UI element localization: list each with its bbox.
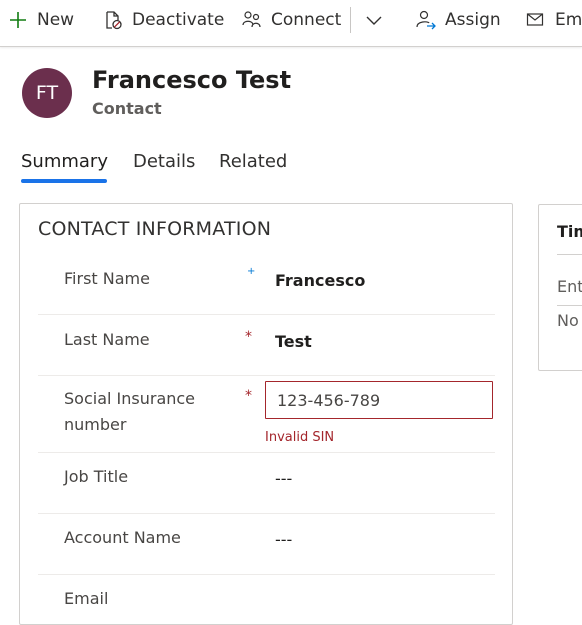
person-arrow-icon <box>416 10 436 30</box>
sin-label-line2: number <box>64 415 127 434</box>
field-divider <box>38 375 495 376</box>
envelope-link-icon <box>526 13 544 26</box>
last-name-value[interactable]: Test <box>275 332 312 351</box>
plus-icon <box>10 12 26 28</box>
new-button-label: New <box>37 10 75 30</box>
command-bar: New Deactivate Connect Assign Em <box>0 0 582 47</box>
email-button-label: Ema <box>555 10 582 30</box>
record-title: Francesco Test <box>92 66 292 94</box>
assign-button-label: Assign <box>445 10 501 30</box>
assign-button[interactable]: Assign <box>416 0 501 40</box>
last-name-label: Last Name <box>64 330 150 349</box>
sin-label-line1: Social Insurance <box>64 389 196 408</box>
timeline-title: Tim <box>557 222 582 241</box>
timeline-empty-text: No <box>557 311 579 330</box>
avatar: FT <box>22 68 72 118</box>
email-button[interactable]: Ema <box>526 0 582 40</box>
document-block-icon <box>106 11 122 30</box>
tab-summary[interactable]: Summary <box>21 151 108 172</box>
connect-dropdown-button[interactable] <box>364 0 393 40</box>
required-marker: * <box>245 329 252 345</box>
account-name-label: Account Name <box>64 528 181 547</box>
timeline-search-placeholder[interactable]: Ent <box>557 277 582 296</box>
active-tab-indicator <box>21 179 107 183</box>
connect-button-label: Connect <box>271 10 342 30</box>
job-title-label: Job Title <box>64 467 129 486</box>
sin-error-message: Invalid SIN <box>265 430 335 445</box>
timeline-divider <box>557 305 582 306</box>
recommended-marker: + <box>247 266 256 277</box>
timeline-divider <box>557 254 582 255</box>
first-name-value[interactable]: Francesco <box>275 271 365 290</box>
first-name-label: First Name <box>64 269 150 288</box>
connect-button[interactable]: Connect <box>242 0 341 40</box>
required-marker: * <box>245 388 252 404</box>
deactivate-button-label: Deactivate <box>132 10 225 30</box>
field-divider <box>38 452 495 453</box>
tab-related[interactable]: Related <box>219 151 287 172</box>
field-divider <box>38 574 495 575</box>
command-separator <box>350 7 351 33</box>
email-label: Email <box>64 589 109 608</box>
people-connect-icon <box>242 11 261 28</box>
section-title: CONTACT INFORMATION <box>38 218 272 240</box>
job-title-value[interactable]: --- <box>275 469 292 488</box>
chevron-down-icon <box>366 16 382 25</box>
deactivate-button[interactable]: Deactivate <box>103 0 224 40</box>
field-divider <box>38 314 495 315</box>
field-divider <box>38 513 495 514</box>
account-name-value[interactable]: --- <box>275 530 292 549</box>
record-entity-type: Contact <box>92 99 162 118</box>
tab-details[interactable]: Details <box>133 151 195 172</box>
sin-input[interactable] <box>265 381 493 419</box>
new-button[interactable]: New <box>8 0 74 40</box>
